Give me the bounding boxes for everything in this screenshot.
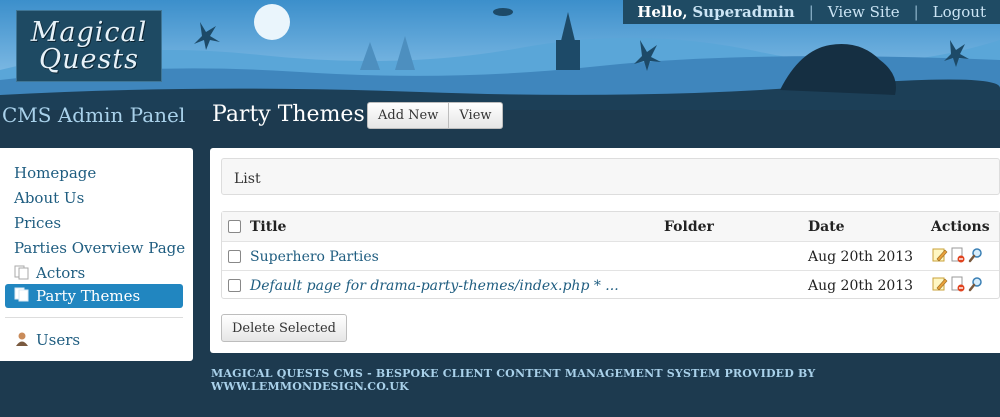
preview-icon[interactable] xyxy=(968,276,984,296)
table-header-row: Title Folder Date Actions xyxy=(222,212,999,241)
view-site-link[interactable]: View Site xyxy=(828,3,900,21)
sidebar-nav: Homepage About Us Prices Parties Overvie… xyxy=(0,148,193,361)
select-all-checkbox[interactable] xyxy=(228,220,241,233)
moon-icon xyxy=(254,4,290,40)
sidebar-item-label: Users xyxy=(36,331,81,349)
column-header-title[interactable]: Title xyxy=(250,219,286,235)
ufo-icon xyxy=(493,8,513,16)
sidebar-item-homepage[interactable]: Homepage xyxy=(14,164,96,182)
sidebar-item-label: Parties Overview Page xyxy=(14,239,186,257)
separator: | xyxy=(808,3,814,21)
delete-selected-button[interactable]: Delete Selected xyxy=(221,314,347,342)
sidebar-item-label: Prices xyxy=(14,214,62,232)
column-header-folder[interactable]: Folder xyxy=(664,219,714,235)
sidebar-divider xyxy=(5,317,183,318)
sidebar-item-actors[interactable]: Actors xyxy=(14,264,85,284)
row-title-link[interactable]: Superhero Parties xyxy=(250,249,379,265)
footer-credit: MAGICAL QUESTS CMS - BESPOKE CLIENT CONT… xyxy=(211,367,816,393)
sidebar-item-party-themes[interactable]: Party Themes xyxy=(5,284,183,308)
add-new-button[interactable]: Add New xyxy=(367,102,450,129)
sidebar-item-label: Party Themes xyxy=(36,287,141,305)
logo-line-2: Quests xyxy=(38,44,140,75)
row-date: Aug 20th 2013 xyxy=(808,249,914,265)
pages-icon xyxy=(14,264,30,284)
delete-page-icon[interactable] xyxy=(950,276,966,296)
preview-icon[interactable] xyxy=(968,247,984,267)
list-header: List xyxy=(221,158,1000,195)
pages-icon xyxy=(14,286,30,306)
sidebar-item-about-us[interactable]: About Us xyxy=(14,189,84,207)
logo-line-1: Magical xyxy=(30,17,148,48)
row-title-link[interactable]: Default page for drama-party-themes/inde… xyxy=(250,278,619,294)
page-action-buttons: Add New View xyxy=(367,102,503,129)
username-text: Superadmin xyxy=(692,3,795,21)
sidebar-item-parties-overview[interactable]: Parties Overview Page xyxy=(14,239,185,257)
row-checkbox[interactable] xyxy=(228,250,241,263)
main-content: List Title Folder Date Actions Superhero… xyxy=(210,148,1000,353)
row-date: Aug 20th 2013 xyxy=(808,278,914,294)
edit-icon[interactable] xyxy=(932,276,948,296)
row-checkbox[interactable] xyxy=(228,279,241,292)
view-button[interactable]: View xyxy=(449,102,503,129)
themes-table: Title Folder Date Actions Superhero Part… xyxy=(221,211,1000,299)
sidebar-item-label: Actors xyxy=(36,264,86,282)
list-label: List xyxy=(234,171,261,187)
page-title: Party Themes xyxy=(212,102,365,127)
sidebar-item-label: About Us xyxy=(14,189,85,207)
column-header-actions: Actions xyxy=(931,219,990,235)
site-logo[interactable]: Magical Quests xyxy=(16,10,162,82)
logout-link[interactable]: Logout xyxy=(933,3,986,21)
table-row: Superhero Parties Aug 20th 2013 xyxy=(222,241,999,271)
greeting-text: Hello, xyxy=(637,3,688,21)
table-row: Default page for drama-party-themes/inde… xyxy=(222,270,999,300)
user-icon xyxy=(14,331,30,351)
row-actions xyxy=(932,247,984,267)
edit-icon[interactable] xyxy=(932,247,948,267)
delete-page-icon[interactable] xyxy=(950,247,966,267)
sidebar-item-users[interactable]: Users xyxy=(14,331,80,351)
sidebar-item-prices[interactable]: Prices xyxy=(14,214,61,232)
row-actions xyxy=(932,276,984,296)
sidebar-item-label: Homepage xyxy=(14,164,97,182)
separator: | xyxy=(913,3,919,21)
panel-title[interactable]: CMS Admin Panel xyxy=(2,103,185,127)
user-toolbar: Hello, Superadmin | View Site | Logout xyxy=(623,0,1000,24)
column-header-date[interactable]: Date xyxy=(808,219,845,235)
